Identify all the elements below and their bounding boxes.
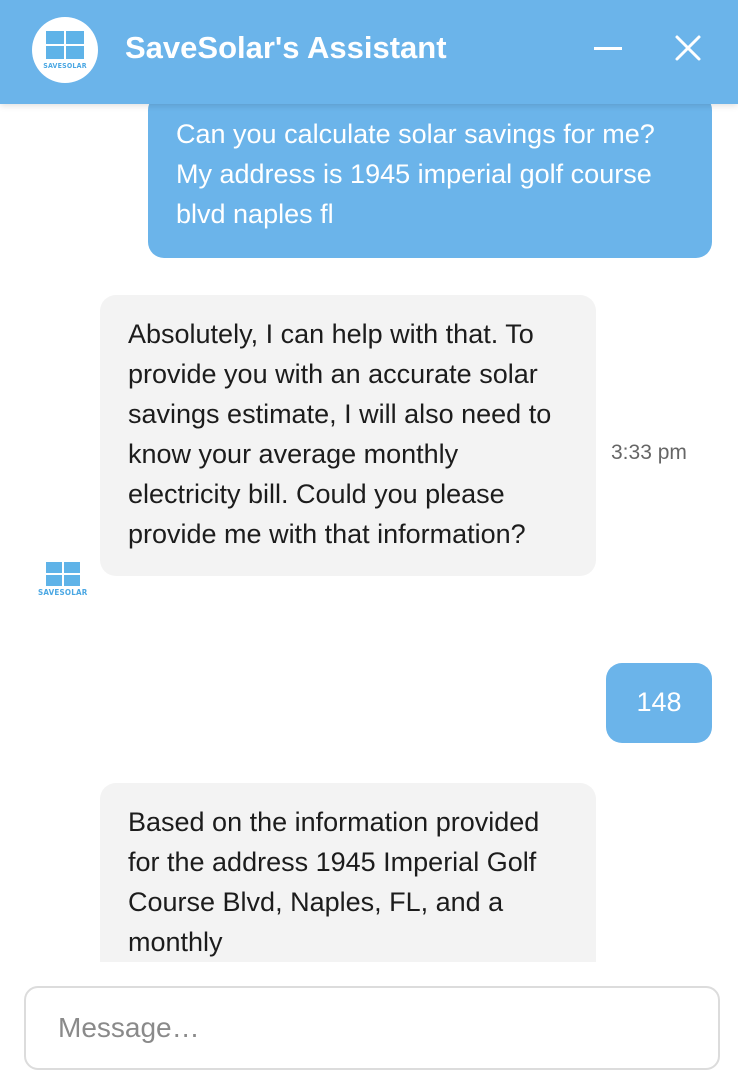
user-message: Can you calculate solar savings for me? … xyxy=(148,104,712,258)
bot-message: Based on the information provided for th… xyxy=(100,783,596,962)
close-button[interactable] xyxy=(670,30,706,66)
message-input[interactable] xyxy=(24,986,720,1070)
close-icon xyxy=(675,35,701,61)
message-timestamp: 3:33 pm xyxy=(611,441,687,464)
bot-avatar: SAVESOLAR xyxy=(38,562,88,597)
chat-title: SaveSolar's Assistant xyxy=(125,30,447,65)
avatar-text: SAVESOLAR xyxy=(38,588,88,597)
logo-text: SAVESOLAR xyxy=(43,61,87,70)
brand-logo: SAVESOLAR xyxy=(32,17,98,83)
solar-panel-icon xyxy=(45,562,80,586)
minimize-button[interactable] xyxy=(590,30,626,66)
composer xyxy=(0,962,738,1092)
chat-header: SAVESOLAR SaveSolar's Assistant xyxy=(0,0,738,104)
user-message: 148 xyxy=(606,663,712,743)
minimize-icon xyxy=(594,46,622,50)
message-list[interactable]: Can you calculate solar savings for me? … xyxy=(0,104,738,962)
solar-panel-icon xyxy=(46,30,84,59)
bot-message: Absolutely, I can help with that. To pro… xyxy=(100,295,596,576)
